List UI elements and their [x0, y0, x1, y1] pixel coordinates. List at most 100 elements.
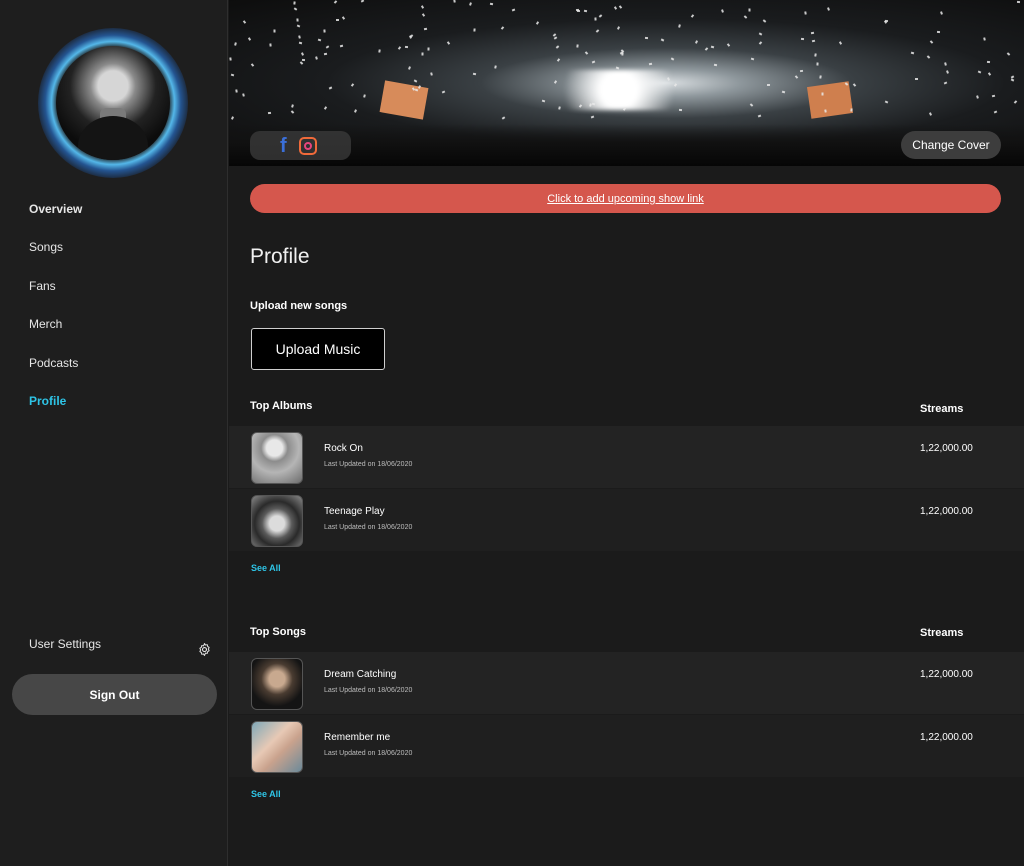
confetti-piece — [940, 11, 943, 15]
album-title: Rock On — [324, 443, 363, 454]
confetti-piece — [991, 94, 996, 98]
album-row[interactable]: Teenage Play Last Updated on 18/06/2020 … — [229, 489, 1024, 551]
song-updated: Last Updated on 18/06/2020 — [324, 750, 413, 757]
gear-icon[interactable] — [197, 642, 212, 657]
album-thumbnail — [251, 432, 303, 484]
sidebar-item-overview[interactable]: Overview — [29, 201, 209, 239]
confetti-piece — [926, 55, 931, 59]
confetti-piece — [555, 45, 560, 49]
cover-image: f Change Cover — [229, 0, 1024, 166]
confetti-piece — [590, 115, 595, 119]
confetti-piece — [341, 16, 346, 20]
sidebar-nav: Overview Songs Fans Merch Podcasts Profi… — [29, 201, 209, 431]
confetti-piece — [473, 28, 476, 32]
confetti-piece — [293, 1, 296, 5]
sidebar-item-podcasts[interactable]: Podcasts — [29, 355, 209, 393]
confetti-piece — [584, 51, 589, 55]
sign-out-button[interactable]: Sign Out — [12, 674, 217, 715]
confetti-piece — [648, 62, 653, 66]
confetti-piece — [315, 56, 318, 60]
song-row[interactable]: Dream Catching Last Updated on 18/06/202… — [229, 652, 1024, 714]
confetti-piece — [408, 66, 411, 70]
instagram-icon[interactable] — [298, 136, 317, 155]
confetti-piece — [750, 57, 755, 61]
confetti-piece — [290, 110, 295, 114]
confetti-piece — [726, 43, 731, 47]
change-cover-button[interactable]: Change Cover — [901, 131, 1001, 159]
confetti-piece — [781, 90, 786, 94]
confetti-piece — [339, 44, 344, 48]
confetti-piece — [758, 41, 763, 45]
confetti-piece — [273, 29, 276, 33]
confetti-piece — [421, 52, 424, 56]
confetti-piece — [553, 36, 558, 40]
confetti-piece — [821, 92, 824, 96]
confetti-piece — [910, 51, 915, 55]
upload-music-button[interactable]: Upload Music — [251, 328, 385, 370]
confetti-piece — [336, 19, 339, 21]
confetti-piece — [1013, 100, 1018, 104]
avatar-body — [78, 116, 148, 160]
confetti-piece — [494, 65, 497, 69]
confetti-piece — [556, 58, 561, 62]
sidebar-item-merch[interactable]: Merch — [29, 316, 209, 354]
song-title: Dream Catching — [324, 669, 397, 680]
albums-see-all-link[interactable]: See All — [251, 563, 281, 573]
confetti-piece — [250, 63, 255, 67]
confetti-piece — [427, 47, 430, 51]
confetti-piece — [472, 72, 477, 76]
page-title: Profile — [250, 245, 310, 268]
confetti-piece — [1016, 0, 1021, 4]
top-albums-title: Top Albums — [250, 400, 313, 412]
artist-avatar[interactable] — [38, 28, 188, 178]
song-streams: 1,22,000.00 — [920, 732, 973, 743]
confetti-piece — [360, 0, 365, 3]
album-row[interactable]: Rock On Last Updated on 18/06/2020 1,22,… — [229, 426, 1024, 488]
confetti-piece — [421, 13, 426, 17]
confetti-piece — [929, 112, 932, 116]
confetti-piece — [824, 109, 827, 113]
confetti-piece — [794, 75, 799, 79]
confetti-piece — [541, 99, 546, 103]
upload-label: Upload new songs — [250, 300, 348, 312]
confetti-piece — [500, 26, 505, 30]
song-row[interactable]: Remember me Last Updated on 18/06/2020 1… — [229, 715, 1024, 777]
confetti-piece — [363, 94, 366, 98]
album-updated: Last Updated on 18/06/2020 — [324, 461, 413, 468]
confetti-piece — [325, 45, 330, 49]
confetti-piece — [644, 36, 649, 40]
sidebar-item-songs[interactable]: Songs — [29, 239, 209, 277]
confetti-piece — [804, 11, 807, 15]
confetti-piece — [489, 2, 494, 6]
confetti-piece — [943, 81, 948, 85]
confetti-piece — [296, 18, 299, 22]
facebook-icon[interactable]: f — [280, 136, 287, 156]
confetti-piece — [575, 8, 580, 12]
sidebar-item-fans[interactable]: Fans — [29, 278, 209, 316]
confetti-piece — [852, 83, 857, 87]
confetti-piece — [838, 41, 843, 45]
songs-see-all-link[interactable]: See All — [251, 789, 281, 799]
confetti-piece — [743, 15, 748, 19]
confetti-piece — [660, 38, 665, 42]
confetti-piece — [501, 116, 506, 120]
upcoming-show-link[interactable]: Click to add upcoming show link — [250, 184, 1001, 213]
confetti-piece — [323, 52, 328, 56]
song-streams: 1,22,000.00 — [920, 669, 973, 680]
confetti-piece — [622, 107, 627, 111]
user-settings-link[interactable]: User Settings — [29, 637, 101, 651]
stage-screen-right — [806, 81, 854, 119]
confetti-piece — [670, 57, 675, 61]
confetti-piece — [535, 21, 540, 25]
confetti-piece — [621, 52, 624, 56]
confetti-piece — [721, 9, 724, 13]
confetti-piece — [404, 45, 409, 49]
confetti-piece — [598, 14, 603, 18]
song-thumbnail — [251, 658, 303, 710]
confetti-piece — [986, 60, 991, 64]
confetti-piece — [816, 62, 819, 66]
sidebar-item-profile[interactable]: Profile — [29, 393, 209, 431]
sidebar: Overview Songs Fans Merch Podcasts Profi… — [0, 0, 228, 866]
confetti-piece — [397, 46, 402, 50]
confetti-piece — [301, 52, 304, 56]
